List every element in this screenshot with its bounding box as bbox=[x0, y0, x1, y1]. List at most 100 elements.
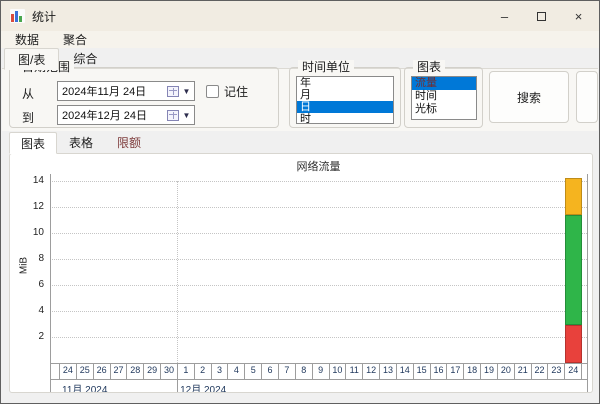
group-date-range: 日期范围 从 2024年11月 24日 ▼ 记住 到 2024年12月 24日 … bbox=[9, 60, 279, 128]
remember-label: 记住 bbox=[224, 85, 249, 99]
y-tick-label: 14 bbox=[32, 175, 44, 186]
y-tick-label: 4 bbox=[38, 305, 44, 316]
statistics-window: 统计 – × 数据聚合 图/表综合 日期范围 从 2024年11月 24日 ▼ 记… bbox=[0, 0, 600, 404]
y-tick-label: 8 bbox=[38, 253, 44, 264]
day-cell: 26 bbox=[94, 363, 111, 379]
group-chart-type: 图表 流量 时间 光标 bbox=[404, 60, 483, 128]
gridline bbox=[50, 337, 587, 338]
listbox-item[interactable]: 月 bbox=[297, 89, 393, 101]
day-cell: 28 bbox=[127, 363, 145, 379]
window-title: 统计 bbox=[32, 9, 57, 24]
listbox-item[interactable]: 光标 bbox=[412, 103, 476, 116]
bar-segment-middle-segment bbox=[564, 214, 583, 326]
y-tick-label: 12 bbox=[32, 201, 44, 212]
day-cell: 6 bbox=[262, 363, 279, 379]
listbox-item[interactable]: 流量 bbox=[412, 77, 476, 90]
listbox-item[interactable]: 时间 bbox=[412, 90, 476, 103]
title-bar: 统计 – × bbox=[1, 1, 599, 31]
date-from-field[interactable]: 2024年11月 24日 ▼ bbox=[57, 81, 195, 101]
calendar-icon[interactable] bbox=[167, 109, 179, 121]
day-cell: 18 bbox=[464, 363, 482, 379]
day-cell: 22 bbox=[532, 363, 549, 379]
maximize-button[interactable] bbox=[523, 1, 560, 31]
day-cell: 2 bbox=[195, 363, 212, 379]
day-cell: 10 bbox=[330, 363, 347, 379]
day-cell: 13 bbox=[380, 363, 397, 379]
chart-type-listbox[interactable]: 流量 时间 光标 bbox=[411, 76, 477, 120]
chart-panel: 网络流量 MiB 2 4 6 8 10 12 14 24 25 26 27 28 29 30 1 2 3 4 5 6 7… bbox=[9, 153, 593, 393]
checkbox-icon[interactable] bbox=[206, 85, 219, 98]
tab-table[interactable]: 表格 bbox=[57, 132, 105, 153]
day-cell: 7 bbox=[279, 363, 296, 379]
day-cell: 21 bbox=[515, 363, 532, 379]
day-cell: 8 bbox=[296, 363, 313, 379]
day-cell: 11 bbox=[346, 363, 364, 379]
search-button[interactable]: 搜索 bbox=[489, 71, 569, 123]
y-tick-label: 6 bbox=[38, 279, 44, 290]
day-cell: 5 bbox=[245, 363, 263, 379]
upper-tab-strip: 图/表 综合 bbox=[4, 48, 111, 70]
minimize-button[interactable]: – bbox=[486, 1, 523, 31]
group-time-unit-title: 时间单位 bbox=[298, 60, 355, 74]
day-cell: 12 bbox=[363, 363, 381, 379]
day-cell: 23 bbox=[548, 363, 566, 379]
day-cell: 29 bbox=[144, 363, 162, 379]
time-unit-listbox[interactable]: 年月日时 bbox=[296, 76, 394, 124]
menu-aggregate[interactable]: 聚合 bbox=[54, 30, 96, 49]
chart-title: 网络流量 bbox=[296, 161, 341, 173]
tab-chart-table[interactable]: 图/表 bbox=[4, 48, 60, 70]
remember-checkbox[interactable]: 记住 bbox=[206, 83, 248, 100]
day-cell: 30 bbox=[161, 363, 178, 379]
listbox-item[interactable]: 年 bbox=[297, 77, 393, 89]
day-cell: 4 bbox=[228, 363, 246, 379]
group-time-unit: 时间单位 年月日时 bbox=[289, 60, 401, 128]
calendar-icon[interactable] bbox=[167, 85, 179, 97]
day-cell: 15 bbox=[414, 363, 431, 379]
day-axis-row: 24 25 26 27 28 29 30 1 2 3 4 5 6 7 8 9 10 11 12 13 14 15 16 17 1… bbox=[59, 363, 583, 379]
day-cell: 3 bbox=[212, 363, 229, 379]
chevron-down-icon[interactable]: ▼ bbox=[179, 111, 194, 120]
gridline bbox=[50, 181, 587, 182]
gridline bbox=[50, 259, 587, 260]
day-cell: 27 bbox=[111, 363, 128, 379]
bar-chart-icon bbox=[10, 9, 25, 23]
from-label: 从 bbox=[22, 87, 35, 101]
day-cell: 1 bbox=[178, 363, 195, 379]
month-label: 12月 2024 bbox=[180, 385, 227, 392]
axis-line bbox=[50, 174, 51, 392]
month-separator-line bbox=[177, 379, 179, 392]
tab-chart[interactable]: 图表 bbox=[9, 132, 58, 154]
gridline bbox=[50, 233, 587, 234]
clipped-side-button[interactable] bbox=[576, 71, 598, 123]
gridline bbox=[50, 285, 587, 286]
date-from-value: 2024年11月 24日 bbox=[62, 86, 147, 98]
network-traffic-chart: 网络流量 MiB 2 4 6 8 10 12 14 24 25 26 27 28 29 30 1 2 3 4 5 6 7… bbox=[10, 154, 592, 392]
axis-line bbox=[587, 174, 588, 392]
menu-data[interactable]: 数据 bbox=[6, 30, 48, 49]
day-cell: 24 bbox=[59, 363, 77, 379]
day-cell: 14 bbox=[397, 363, 414, 379]
y-tick-label: 10 bbox=[32, 227, 44, 238]
month-separator-gridline bbox=[177, 181, 179, 363]
tab-quota[interactable]: 限额 bbox=[105, 132, 153, 153]
axis-line bbox=[50, 379, 587, 380]
day-cell: 25 bbox=[77, 363, 94, 379]
menu-bar: 数据 聚合 bbox=[1, 31, 599, 48]
maximize-icon bbox=[537, 11, 546, 21]
lower-tab-strip: 图表 表格 限额 bbox=[9, 132, 153, 154]
gridline bbox=[50, 311, 587, 312]
date-to-value: 2024年12月 24日 bbox=[62, 110, 147, 122]
gridline bbox=[50, 207, 587, 208]
day-cell: 24 bbox=[565, 363, 583, 379]
chevron-down-icon[interactable]: ▼ bbox=[179, 87, 194, 96]
listbox-item[interactable]: 日 bbox=[297, 101, 393, 113]
tab-comprehensive[interactable]: 综合 bbox=[59, 48, 111, 69]
day-cell: 17 bbox=[447, 363, 465, 379]
month-label: 11月 2024 bbox=[62, 385, 108, 392]
bar-segment-top-segment bbox=[564, 178, 583, 215]
listbox-item[interactable]: 时 bbox=[297, 113, 393, 123]
date-to-field[interactable]: 2024年12月 24日 ▼ bbox=[57, 105, 195, 125]
day-cell: 9 bbox=[313, 363, 330, 379]
close-button[interactable]: × bbox=[560, 1, 597, 31]
to-label: 到 bbox=[22, 111, 35, 125]
